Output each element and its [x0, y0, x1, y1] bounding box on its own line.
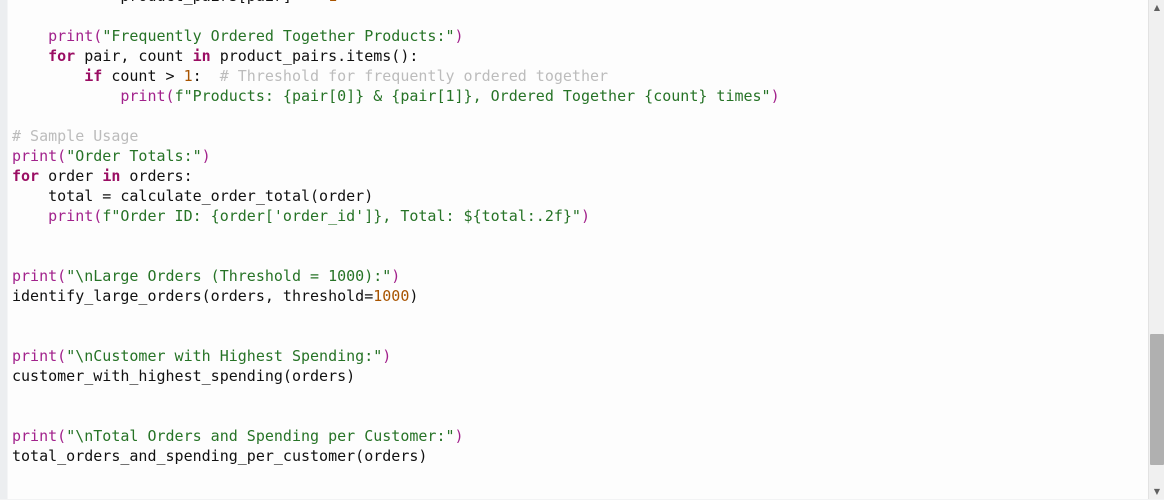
code-token-punct: )	[580, 207, 590, 225]
code-line: print("\nCustomer with Highest Spending:…	[12, 346, 1148, 366]
code-token-kw: if	[84, 67, 103, 85]
code-line: ​	[12, 106, 1148, 126]
code-token-comment: # Threshold for frequently ordered toget…	[219, 67, 609, 85]
code-token-num: 1	[328, 0, 337, 5]
code-token-punct: (	[57, 347, 67, 365]
code-token-punct: (	[93, 207, 103, 225]
code-token-str: "Order Totals:"	[66, 147, 202, 165]
code-token-punct: (	[57, 427, 67, 445]
code-line: ​	[12, 406, 1148, 426]
code-token-kw: in	[192, 47, 211, 65]
code-token-str: f"Products: {pair[0]} & {pair[1]}, Order…	[174, 87, 771, 105]
code-line: ​	[12, 306, 1148, 326]
code-token-punct: )	[201, 147, 211, 165]
code-token-punct: )	[391, 267, 401, 285]
code-token-str: "\nLarge Orders (Threshold = 1000):"	[66, 267, 392, 285]
code-token-plain: customer_with_highest_spending(orders)	[12, 367, 356, 385]
code-token-punct: )	[382, 347, 392, 365]
code-line: print("Frequently Ordered Together Produ…	[12, 26, 1148, 46]
code-token-kw: for	[48, 47, 76, 65]
code-token-builtin: print	[12, 147, 58, 165]
code-token-kw: in	[102, 167, 121, 185]
code-line: ​	[12, 226, 1148, 246]
code-line: if count > 1: # Threshold for frequently…	[12, 66, 1148, 86]
vertical-scrollbar-thumb[interactable]	[1150, 334, 1164, 466]
code-editor-surface[interactable]: product_pairs[pair] += 1​ print("Frequen…	[8, 0, 1148, 500]
code-line: for order in orders:	[12, 166, 1148, 186]
code-token-kw: for	[12, 167, 40, 185]
code-token-num: 1000	[373, 287, 410, 305]
code-line: print("\nLarge Orders (Threshold = 1000)…	[12, 266, 1148, 286]
code-line: ​	[12, 386, 1148, 406]
code-token-plain: product_pairs.items():	[210, 47, 419, 65]
code-token-str: f"Order ID: {order['order_id']}, Total: …	[102, 207, 581, 225]
code-token-str: "\nTotal Orders and Spending per Custome…	[66, 427, 455, 445]
code-line: for pair, count in product_pairs.items()…	[12, 46, 1148, 66]
python-code-block[interactable]: product_pairs[pair] += 1​ print("Frequen…	[8, 0, 1148, 500]
code-token-num: 1	[183, 67, 193, 85]
code-token-builtin: print	[120, 87, 166, 105]
code-token-plain: :	[192, 67, 220, 85]
code-line: ​	[12, 6, 1148, 26]
code-token-plain: )	[409, 287, 419, 305]
left-margin-gutter	[0, 0, 8, 500]
code-line: ​	[12, 466, 1148, 486]
code-token-punct: )	[454, 427, 464, 445]
code-line: total = calculate_order_total(order)	[12, 186, 1148, 206]
code-token-str: "\nCustomer with Highest Spending:"	[66, 347, 383, 365]
code-token-plain: product_pairs[pair] +=	[12, 0, 328, 5]
code-token-plain: total = calculate_order_total(order)	[12, 187, 374, 205]
code-token-str: "Frequently Ordered Together Products:"	[102, 27, 455, 45]
code-token-plain: total_orders_and_spending_per_customer(o…	[12, 447, 428, 465]
code-token-punct: (	[57, 267, 67, 285]
code-token-plain: pair, count	[75, 47, 193, 65]
code-viewer-window: product_pairs[pair] += 1​ print("Frequen…	[0, 0, 1164, 500]
code-token-punct: (	[165, 87, 175, 105]
code-token-plain: count >	[102, 67, 184, 85]
code-line: print("\nTotal Orders and Spending per C…	[12, 426, 1148, 446]
code-token-punct: (	[57, 147, 67, 165]
code-scroll-container: product_pairs[pair] += 1​ print("Frequen…	[8, 0, 1148, 500]
code-token-punct: (	[93, 27, 103, 45]
code-line: ​	[12, 486, 1148, 500]
code-line: total_orders_and_spending_per_customer(o…	[12, 446, 1148, 466]
code-line: customer_with_highest_spending(orders)	[12, 366, 1148, 386]
code-token-builtin: print	[12, 267, 58, 285]
code-token-builtin: print	[48, 207, 94, 225]
code-token-comment: # Sample Usage	[12, 127, 139, 145]
code-line: ​	[12, 326, 1148, 346]
scroll-up-arrow-icon[interactable]: ▲	[1149, 0, 1164, 16]
code-line: ​	[12, 246, 1148, 266]
code-token-plain: orders:	[120, 167, 193, 185]
code-token-plain: identify_large_orders(orders, threshold=	[12, 287, 374, 305]
code-line: print(f"Order ID: {order['order_id']}, T…	[12, 206, 1148, 226]
code-token-punct: )	[770, 87, 780, 105]
code-token-punct: )	[454, 27, 464, 45]
code-token-builtin: print	[12, 427, 58, 445]
code-line: identify_large_orders(orders, threshold=…	[12, 286, 1148, 306]
code-line: print("Order Totals:")	[12, 146, 1148, 166]
scroll-down-arrow-icon[interactable]: ▼	[1149, 484, 1164, 500]
code-line: # Sample Usage	[12, 126, 1148, 146]
vertical-scrollbar[interactable]: ▲ ▼	[1148, 0, 1164, 500]
code-token-builtin: print	[12, 347, 58, 365]
code-token-builtin: print	[48, 27, 94, 45]
code-token-plain: order	[39, 167, 103, 185]
code-line: print(f"Products: {pair[0]} & {pair[1]},…	[12, 86, 1148, 106]
